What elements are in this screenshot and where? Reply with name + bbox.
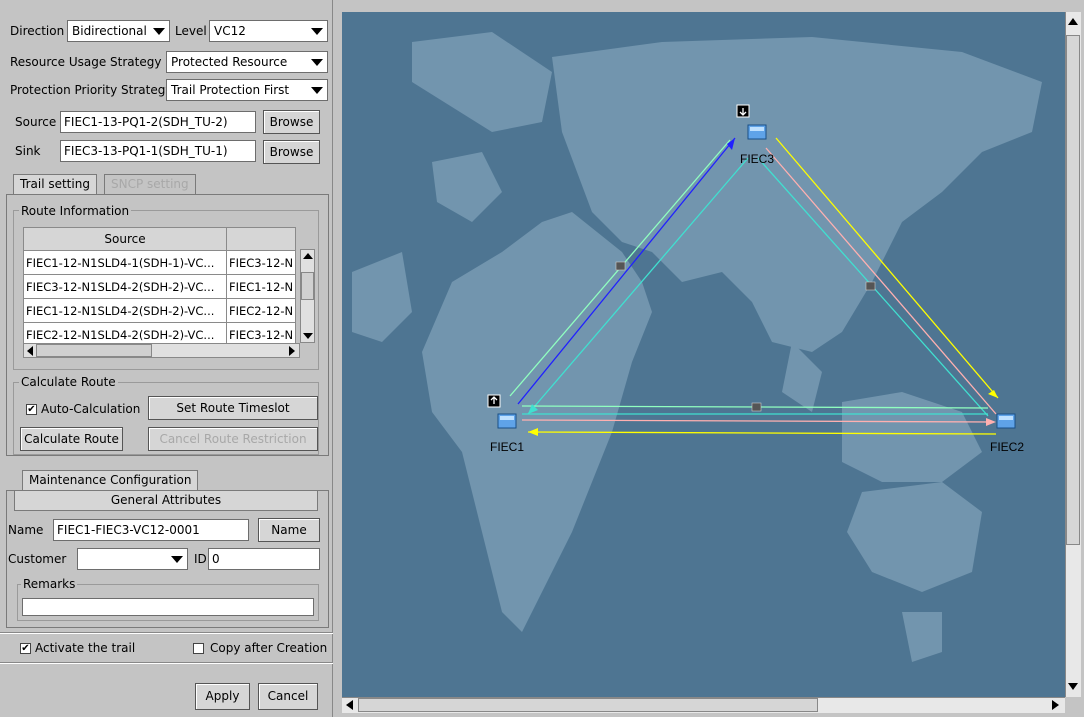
calculate-route-button[interactable]: Calculate Route: [20, 427, 123, 451]
resource-usage-select[interactable]: Protected Resource: [166, 51, 328, 73]
name-label: Name: [8, 523, 44, 537]
table-row[interactable]: FIEC1-12-N1SLD4-2(SDH-2)-VC... FIEC2-12-N: [23, 298, 297, 323]
topology-map[interactable]: FIEC3 FIEC1 FIEC2: [342, 12, 1065, 697]
map-hscroll-thumb[interactable]: [358, 698, 818, 712]
scroll-left-icon[interactable]: [27, 346, 33, 356]
tab-general-attributes[interactable]: General Attributes: [14, 490, 318, 511]
table-cell: FIEC3-12-N1SLD4-2(SDH-2)-VC...: [23, 274, 227, 299]
table-row[interactable]: FIEC3-12-N1SLD4-2(SDH-2)-VC... FIEC1-12-N: [23, 274, 297, 299]
table-cell: FIEC2-12-N: [225, 298, 297, 323]
route-table[interactable]: Source FIEC1-12-N1SLD4-1(SDH-1)-VC... FIE…: [23, 227, 297, 347]
scroll-down-icon[interactable]: [1068, 683, 1078, 690]
tab-sncp-setting[interactable]: SNCP setting: [104, 174, 196, 195]
apply-button[interactable]: Apply: [195, 683, 250, 710]
direction-label: Direction: [10, 24, 65, 38]
divider: [0, 632, 333, 634]
node-label-fiec1: FIEC1: [490, 440, 524, 454]
chevron-down-icon: [153, 28, 165, 35]
sink-label: Sink: [15, 144, 41, 158]
level-select[interactable]: VC12: [209, 20, 328, 42]
source-field[interactable]: FIEC1-13-PQ1-2(SDH_TU-2): [60, 111, 256, 133]
scroll-right-icon[interactable]: [289, 346, 295, 356]
ne-node-fiec2[interactable]: [996, 413, 1016, 429]
scroll-up-icon[interactable]: [303, 253, 313, 259]
route-info-title: Route Information: [19, 204, 132, 218]
fiber-marker-icon[interactable]: [751, 402, 762, 412]
route-table-hscroll-thumb[interactable]: [36, 344, 152, 357]
table-cell: FIEC3-12-N: [225, 250, 297, 275]
activate-trail-label: Activate the trail: [35, 641, 136, 655]
customer-select[interactable]: [77, 548, 188, 570]
chevron-down-icon: [311, 59, 323, 66]
table-row[interactable]: FIEC1-12-N1SLD4-1(SDH-1)-VC... FIEC3-12-N: [23, 250, 297, 275]
table-cell: FIEC1-12-N1SLD4-1(SDH-1)-VC...: [23, 250, 227, 275]
direction-select[interactable]: Bidirectional: [67, 20, 170, 42]
arrow-icon: [986, 418, 996, 426]
source-browse-button[interactable]: Browse: [263, 110, 320, 134]
remarks-title: Remarks: [21, 577, 78, 591]
customer-label: Customer: [8, 552, 67, 566]
chevron-down-icon: [311, 87, 323, 94]
column-header-source[interactable]: Source: [23, 227, 227, 251]
id-label: ID: [194, 552, 207, 566]
sink-browse-button[interactable]: Browse: [263, 140, 320, 164]
tab-maintenance-configuration[interactable]: Maintenance Configuration: [22, 470, 199, 491]
protection-priority-label: Protection Priority Strategy: [10, 83, 173, 97]
set-route-timeslot-button[interactable]: Set Route Timeslot: [148, 396, 318, 420]
chevron-down-icon: [171, 556, 183, 563]
calculate-route-title: Calculate Route: [19, 375, 118, 389]
node-label-fiec3: FIEC3: [740, 152, 774, 166]
tab-trail-setting[interactable]: Trail setting: [13, 174, 97, 195]
scroll-right-icon[interactable]: [1052, 700, 1059, 710]
scroll-down-icon[interactable]: [303, 333, 313, 339]
auto-calculation-checkbox[interactable]: ✔: [26, 404, 37, 415]
trail-name-field[interactable]: FIEC1-FIEC3-VC12-0001: [53, 519, 249, 541]
copy-after-creation-label: Copy after Creation: [210, 641, 328, 655]
auto-calculation-label: Auto-Calculation: [41, 402, 141, 416]
fiber-marker-icon[interactable]: [615, 261, 626, 271]
copy-after-creation-checkbox[interactable]: [193, 643, 204, 654]
world-map: FIEC3 FIEC1 FIEC2: [352, 32, 1042, 662]
scroll-left-icon[interactable]: [346, 700, 353, 710]
node-label-fiec2: FIEC2: [990, 440, 1024, 454]
cancel-route-restriction-button[interactable]: Cancel Route Restriction: [148, 427, 318, 451]
route-table-vscroll-thumb[interactable]: [301, 272, 314, 300]
column-header-sink[interactable]: [225, 227, 297, 251]
scroll-up-icon[interactable]: [1068, 18, 1078, 25]
arrow-icon: [988, 390, 998, 398]
cancel-button[interactable]: Cancel: [258, 683, 318, 710]
name-button[interactable]: Name: [258, 518, 320, 542]
id-field[interactable]: 0: [208, 548, 320, 570]
remarks-field[interactable]: [22, 598, 314, 616]
table-cell: FIEC1-12-N1SLD4-2(SDH-2)-VC...: [23, 298, 227, 323]
activate-trail-checkbox[interactable]: ✔: [20, 643, 31, 654]
level-label: Level: [175, 24, 207, 38]
source-label: Source: [15, 115, 57, 129]
table-cell: FIEC1-12-N: [225, 274, 297, 299]
protection-priority-select[interactable]: Trail Protection First: [166, 79, 328, 101]
resource-usage-label: Resource Usage Strategy: [10, 55, 162, 69]
fiber-marker-icon[interactable]: [865, 281, 876, 291]
chevron-down-icon: [311, 28, 323, 35]
map-vscroll-thumb[interactable]: [1066, 35, 1080, 545]
sink-field[interactable]: FIEC3-13-PQ1-1(SDH_TU-1): [60, 140, 256, 162]
divider: [0, 662, 333, 664]
